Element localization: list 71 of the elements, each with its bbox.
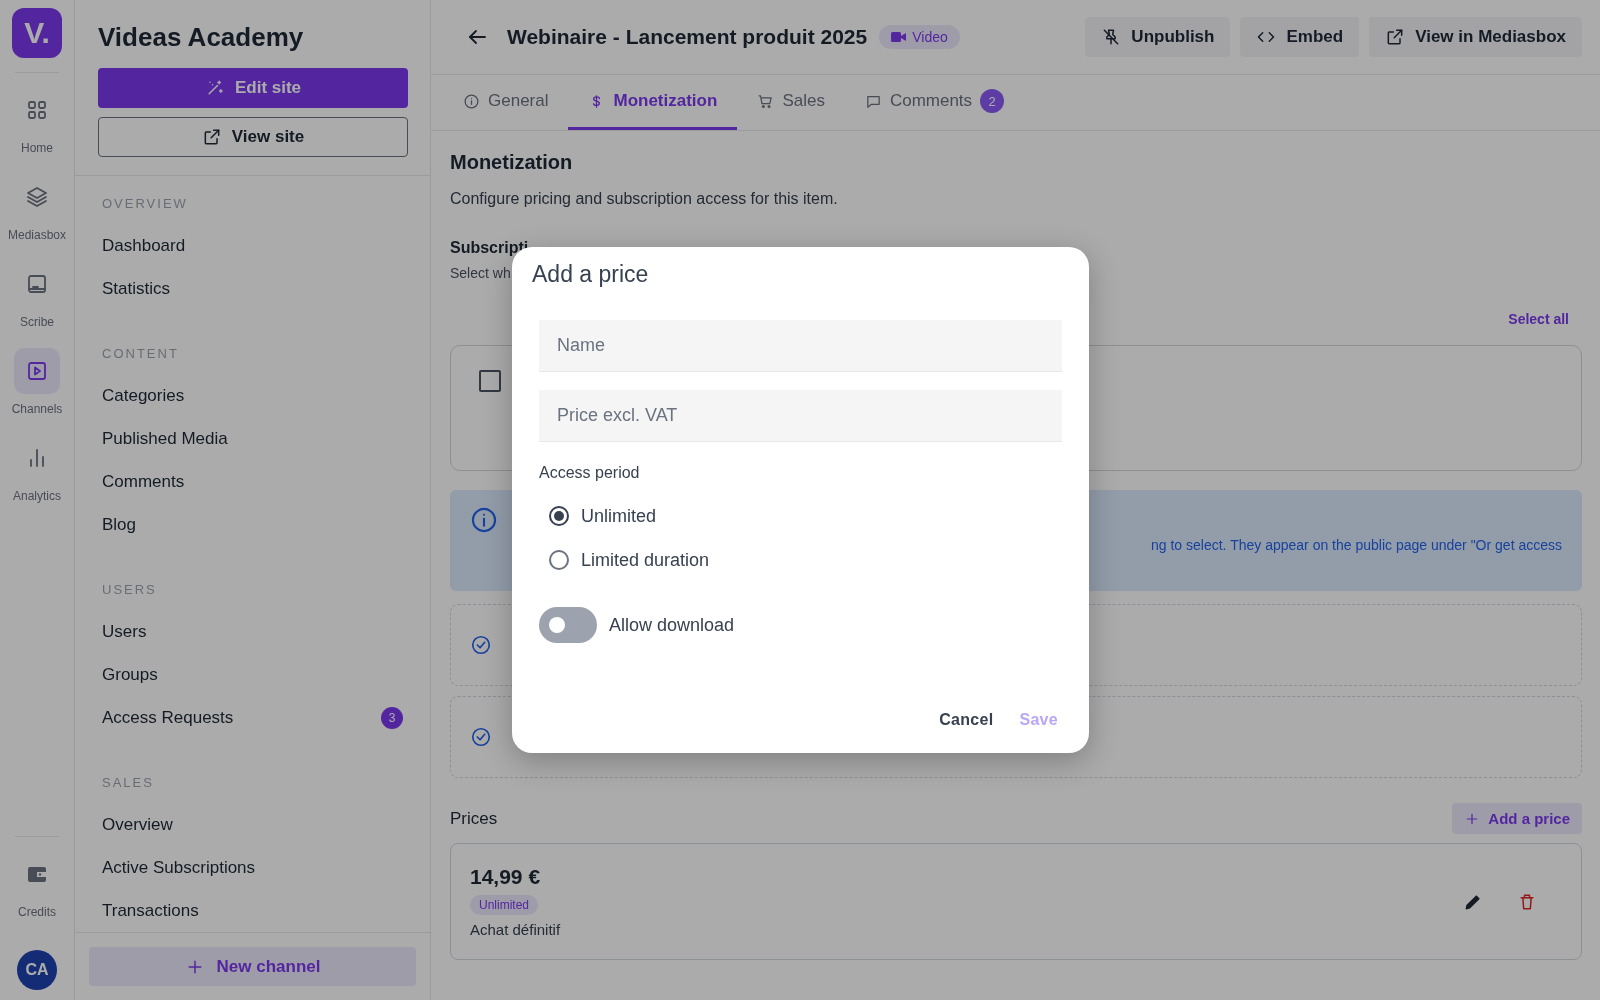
info-icon <box>470 506 498 534</box>
view-site-button[interactable]: View site <box>98 117 408 157</box>
toggle-switch[interactable] <box>539 607 597 643</box>
sidebar-item[interactable]: Transactions <box>102 889 403 932</box>
subsection-title: Subscripti <box>450 239 530 257</box>
price-description: Achat définitif <box>470 921 561 938</box>
radio-option[interactable]: Limited duration <box>549 538 1062 582</box>
sidebar-item[interactable]: Active Subscriptions <box>102 846 403 889</box>
section-heading: SALES <box>102 775 155 790</box>
header-button[interactable]: Unpublish <box>1085 17 1231 57</box>
play-icon <box>25 359 49 383</box>
add-price-button[interactable]: Add a price <box>1452 803 1582 834</box>
rail-label: Home <box>21 141 53 155</box>
sidebar-item[interactable]: Blog <box>102 503 403 546</box>
cart-icon <box>757 92 775 110</box>
app-logo[interactable]: V. <box>12 8 62 58</box>
prices-title: Prices <box>450 808 498 829</box>
info-text: ng to select. They appear on the public page under "Or get access <box>1151 535 1562 553</box>
section-heading: OVERVIEW <box>102 196 189 211</box>
checkbox[interactable] <box>479 370 501 392</box>
sidebar-item[interactable]: Comments <box>102 460 403 503</box>
grid-icon <box>25 98 49 122</box>
count-badge: 3 <box>381 706 403 729</box>
radio-option[interactable]: Unlimited <box>549 494 1062 538</box>
check-circle-icon[interactable] <box>470 634 492 656</box>
field-label: Access period <box>539 464 641 482</box>
sidebar-item[interactable]: Dashboard <box>102 224 403 267</box>
page-title: Webinaire - Lancement produit 2025 <box>507 25 868 49</box>
user-avatar[interactable]: CA <box>17 950 57 990</box>
select-all-link[interactable]: Select all <box>1508 311 1569 327</box>
tab[interactable]: Sales <box>737 75 845 130</box>
sidebar-item[interactable]: Categories <box>102 374 403 417</box>
tab[interactable]: General <box>443 75 569 130</box>
section-heading: CONTENT <box>102 346 180 361</box>
tab[interactable]: Comments 2 <box>844 75 1025 130</box>
sidebar-item[interactable]: Users <box>102 610 403 653</box>
header-button[interactable]: View in Mediasbox <box>1369 17 1582 57</box>
sidebar-item[interactable]: Overview <box>102 803 403 846</box>
edit-site-button[interactable]: Edit site <box>98 68 408 108</box>
price-amount: 14,99 € <box>470 865 542 889</box>
dialog-title: Add a price <box>532 261 650 288</box>
type-badge: Video <box>879 25 960 49</box>
rail-label: Channels <box>11 402 63 416</box>
document-icon <box>25 272 49 296</box>
sidebar-item[interactable]: Access Requests 3 <box>102 696 403 739</box>
tab[interactable]: Monetization <box>568 75 738 130</box>
toggle-label: Allow download <box>609 614 735 636</box>
input-field[interactable]: Price excl. VAT <box>539 390 1062 442</box>
cancel-button[interactable]: Cancel <box>935 705 998 735</box>
rail-label: Credits <box>18 905 56 919</box>
new-channel-button[interactable]: New channel <box>89 947 416 986</box>
sidebar-item[interactable]: Statistics <box>102 267 403 310</box>
header-button[interactable]: Embed <box>1240 17 1360 57</box>
info-icon <box>463 92 480 110</box>
sidebar-item[interactable]: Published Media <box>102 417 403 460</box>
section-heading: USERS <box>102 582 158 597</box>
period-tag: Unlimited <box>470 895 538 915</box>
check-circle-icon[interactable] <box>470 726 492 748</box>
rail-label: Scribe <box>20 315 54 329</box>
subsection-hint: Select wh <box>450 265 511 281</box>
layers-icon <box>25 185 49 209</box>
video-camera-icon <box>891 31 907 43</box>
section-description: Configure pricing and subscription access for this item. <box>450 190 839 208</box>
input-field[interactable]: Name <box>539 320 1062 372</box>
count-badge: 2 <box>980 89 1005 113</box>
site-title: Videas Academy <box>98 22 305 53</box>
rail-label: Mediasbox <box>8 228 66 242</box>
rail-item[interactable] <box>14 348 60 394</box>
sidebar-item[interactable]: Groups <box>102 653 403 696</box>
rail-label: Analytics <box>13 489 61 503</box>
section-title: Monetization <box>450 151 574 174</box>
